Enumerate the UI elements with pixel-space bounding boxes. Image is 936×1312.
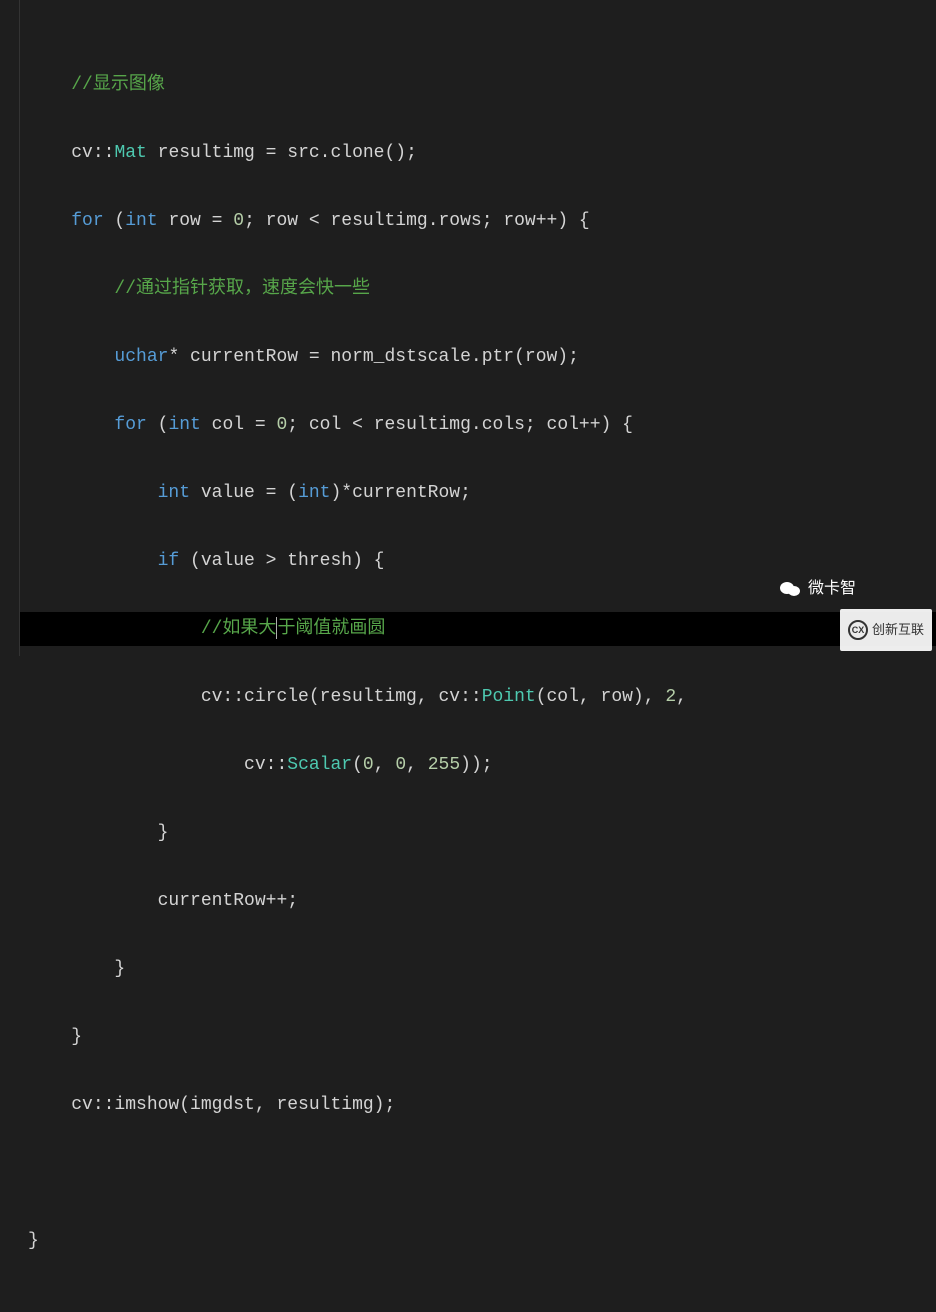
namespace: cv:: [71, 143, 114, 163]
watermark-text: 微卡智 [808, 572, 856, 606]
code-line: cv::circle(resultimg, cv::Point(col, row… [20, 680, 936, 714]
number: 2 [665, 687, 676, 707]
brace: } [114, 959, 125, 979]
namespace: cv:: [244, 755, 287, 775]
code-text: resultimg = src.clone(); [147, 143, 417, 163]
keyword: int [125, 211, 157, 231]
wechat-icon [780, 580, 802, 598]
company-watermark: CX 创新互联 [840, 609, 932, 651]
code-line: for (int col = 0; col < resultimg.cols; … [20, 408, 936, 442]
keyword: int [298, 483, 330, 503]
code-text: ; col < resultimg.cols; col++) { [287, 415, 633, 435]
code-text: row = [158, 211, 234, 231]
keyword: int [168, 415, 200, 435]
comment-part: //如果大 [201, 619, 277, 639]
code-text: cv::imshow(imgdst, resultimg); [71, 1095, 395, 1115]
code-text: ( [352, 755, 363, 775]
code-line: } [20, 952, 936, 986]
editor-gutter [0, 0, 20, 656]
code-line: for (int row = 0; row < resultimg.rows; … [20, 204, 936, 238]
number: 0 [233, 211, 244, 231]
code-editor[interactable]: //显示图像 cv::Mat resultimg = src.clone(); … [20, 0, 936, 1312]
keyword: for [114, 415, 146, 435]
watermark-text: 创新互联 [872, 613, 924, 647]
code-line: currentRow++; [20, 884, 936, 918]
type: Mat [114, 143, 146, 163]
brace: } [71, 1027, 82, 1047]
number: 0 [395, 755, 406, 775]
code-line: //通过指针获取，速度会快一些 [20, 272, 936, 306]
code-text: , [374, 755, 396, 775]
code-line: } [20, 1224, 936, 1258]
code-line: //显示图像 [20, 68, 936, 102]
code-text: ; row < resultimg.rows; row++) { [244, 211, 590, 231]
code-text: )*currentRow; [330, 483, 470, 503]
comment-part: 于阈值就画圆 [277, 619, 385, 639]
code-text: ( [147, 415, 169, 435]
brace: } [28, 1231, 39, 1251]
type: Point [482, 687, 536, 707]
comment: //显示图像 [71, 75, 165, 95]
comment: //通过指针获取，速度会快一些 [114, 279, 370, 299]
number: 0 [363, 755, 374, 775]
code-text: * currentRow = norm_dstscale.ptr(row); [168, 347, 578, 367]
code-text: ( [104, 211, 126, 231]
code-text: col = [201, 415, 277, 435]
code-text: (value > thresh) { [179, 551, 384, 571]
code-line: } [20, 816, 936, 850]
code-text: , [676, 687, 687, 707]
wechat-watermark: 微卡智 [780, 572, 856, 606]
code-line: cv::Mat resultimg = src.clone(); [20, 136, 936, 170]
code-text: , [406, 755, 428, 775]
keyword: if [158, 551, 180, 571]
brace: } [158, 823, 169, 843]
company-logo-icon: CX [848, 620, 868, 640]
keyword: int [158, 483, 190, 503]
type: uchar [114, 347, 168, 367]
code-text: value = ( [190, 483, 298, 503]
code-line: cv::imshow(imgdst, resultimg); [20, 1088, 936, 1122]
number: 255 [428, 755, 460, 775]
code-text: currentRow++; [158, 891, 298, 911]
code-text: (col, row), [536, 687, 666, 707]
code-line: int value = (int)*currentRow; [20, 476, 936, 510]
code-line-active: //如果大于阈值就画圆 [20, 612, 936, 646]
type: Scalar [287, 755, 352, 775]
comment: //如果大于阈值就画圆 [201, 619, 386, 639]
code-line [20, 1156, 936, 1190]
keyword: for [71, 211, 103, 231]
code-text: )); [460, 755, 492, 775]
code-line: uchar* currentRow = norm_dstscale.ptr(ro… [20, 340, 936, 374]
code-line: cv::Scalar(0, 0, 255)); [20, 748, 936, 782]
code-line: } [20, 1020, 936, 1054]
code-text: cv::circle(resultimg, cv:: [201, 687, 482, 707]
number: 0 [276, 415, 287, 435]
